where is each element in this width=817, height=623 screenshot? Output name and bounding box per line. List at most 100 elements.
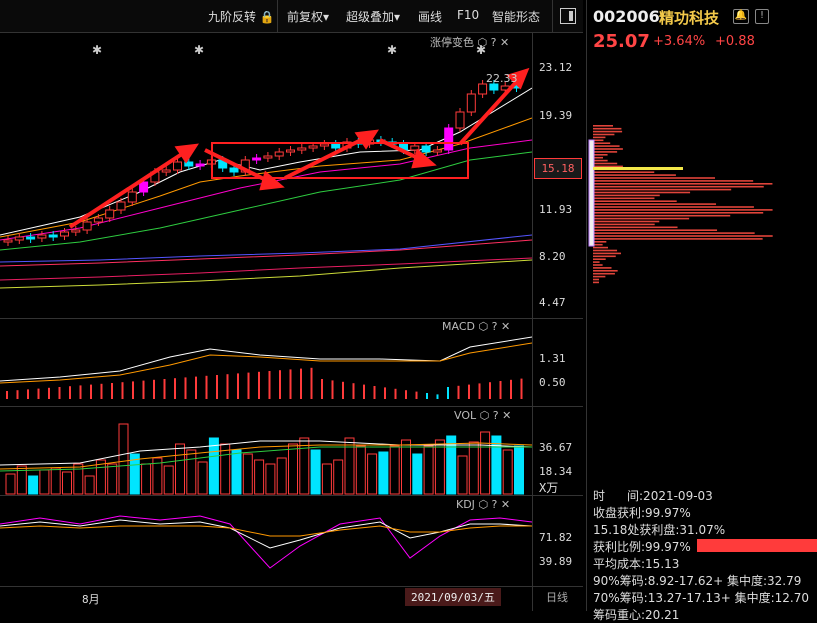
sidebar-toggle-icon[interactable] [560, 8, 576, 24]
draw-line-button[interactable]: 画线 [418, 8, 442, 25]
volume-bar [344, 437, 355, 495]
macd-bar [289, 369, 292, 399]
nine-reversal-button[interactable]: 九阶反转 🔒 [208, 8, 275, 25]
x-axis-month: 8月 [82, 593, 100, 606]
vol-tick-1: 36.67 [539, 441, 573, 454]
bell-icon[interactable]: 🔔 [733, 9, 749, 24]
candle-body [308, 145, 318, 149]
volume-bar [457, 455, 468, 495]
svg-text:✱: ✱ [476, 43, 486, 57]
f10-button[interactable]: F10 [457, 8, 479, 22]
macd-bar [16, 390, 19, 399]
volume-bar [389, 445, 400, 495]
y-tick-6: 4.47 [539, 296, 566, 309]
volume-bar [5, 473, 16, 495]
macd-bar [142, 380, 145, 399]
macd-bar [436, 394, 439, 399]
macd-bar [90, 384, 92, 399]
chip-bar [593, 272, 615, 275]
chip-bar [593, 264, 603, 266]
volume-bar [118, 423, 129, 495]
macd-bar [69, 386, 71, 399]
macd-bar [268, 371, 271, 399]
chip-bar [593, 145, 620, 147]
y-tick-5: 8.20 [539, 250, 566, 263]
volume-bar [50, 467, 61, 495]
chip-bar [593, 206, 754, 208]
stock-code: 002006 [593, 7, 660, 26]
chip-bar [593, 194, 660, 197]
crosshair-date-badge: 2021/09/03/五 [405, 588, 501, 606]
volume-bar [333, 459, 344, 495]
chart-toolbar: 九阶反转 🔒 前复权▾ 超级叠加▾ 画线 F10 智能形态 [0, 0, 583, 33]
chip-bar [593, 148, 623, 150]
stat-chip90: 90%筹码:8.92-17.62+ 集中度:32.79 [593, 574, 802, 588]
alert-icon[interactable]: ! [755, 9, 769, 24]
chip-bar [593, 232, 755, 234]
candle-body [229, 167, 239, 173]
adjust-price-dropdown[interactable]: 前复权▾ [287, 8, 329, 25]
adjust-price-label: 前复权 [287, 10, 324, 24]
period-selector[interactable]: 日线 [546, 589, 568, 605]
svg-text:✱: ✱ [194, 43, 204, 57]
volume-bar [378, 451, 389, 495]
candle-body [263, 155, 273, 159]
volume-bar [367, 453, 378, 495]
volume-bar [163, 465, 174, 495]
candle-body [466, 93, 476, 113]
candle-body [48, 234, 58, 238]
macd-bar [405, 390, 407, 399]
chip-bar [593, 214, 731, 217]
stat-chip70: 70%筹码:13.27-17.13+ 集中度:12.70 [593, 591, 810, 605]
smart-pattern-button[interactable]: 智能形态 [492, 8, 540, 25]
volume-bar [299, 437, 310, 495]
volume-bar [231, 449, 242, 495]
macd-bar [415, 391, 418, 399]
candle-body [26, 236, 36, 240]
profit-ratio-bar [697, 539, 817, 552]
macd-bar [37, 388, 40, 399]
chip-bar [593, 180, 754, 182]
volume-bar [310, 449, 321, 495]
macd-bar [373, 386, 376, 399]
macd-bar [426, 393, 428, 399]
chip-bar [593, 183, 773, 185]
candle-body [331, 143, 341, 149]
kdj-tick-1: 71.82 [539, 531, 573, 544]
macd-bar [195, 376, 197, 399]
candle-body [161, 169, 171, 173]
chip-bar [593, 203, 717, 205]
macd-bar [132, 381, 134, 399]
macd-bar [237, 373, 239, 399]
macd-bar [394, 388, 397, 399]
chip-bar [593, 171, 655, 173]
current-price: 25.07 [593, 31, 650, 52]
chip-bar [593, 151, 618, 153]
chip-bar [593, 159, 608, 162]
macd-bar [6, 391, 8, 399]
volume-bar [491, 435, 502, 495]
volume-bar [242, 453, 253, 495]
chip-bar [593, 209, 773, 211]
volume-bar [355, 445, 366, 495]
stock-name: 精功科技 [659, 9, 720, 27]
macd-tick-1: 1.31 [539, 352, 566, 365]
high-price-label: 22.33 [486, 72, 518, 85]
svg-text:✱: ✱ [92, 43, 102, 57]
volume-bar [412, 453, 423, 495]
candle-body [14, 236, 24, 241]
macd-bar [174, 378, 176, 399]
overlay-dropdown[interactable]: 超级叠加▾ [346, 8, 400, 25]
candlestick-chart[interactable]: ✱ ✱ ✱ ✱ 22.33 [0, 32, 532, 318]
chip-bar [593, 139, 604, 142]
chip-bar [593, 220, 660, 223]
macd-bar [205, 375, 208, 399]
volume-bar [141, 463, 152, 495]
candle-body [82, 221, 92, 231]
macd-bar [111, 383, 113, 399]
macd-bar [363, 384, 365, 399]
candle-body [319, 143, 329, 147]
macd-bar [457, 385, 460, 399]
volume-bar [265, 463, 276, 495]
volume-bar [434, 439, 445, 495]
